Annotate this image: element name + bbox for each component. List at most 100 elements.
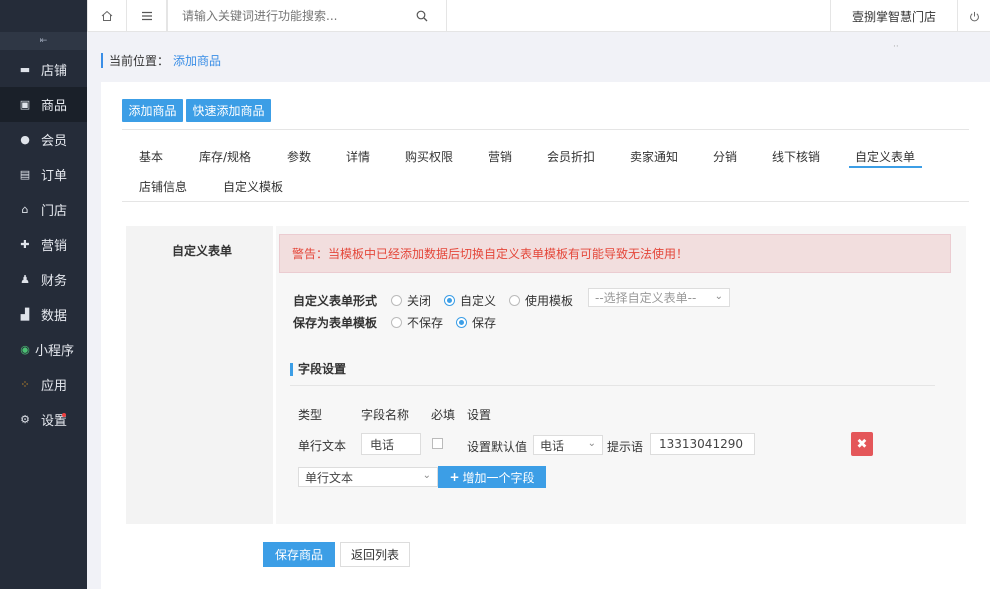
delete-field-button[interactable]: ✖ <box>851 432 873 456</box>
header-type: 类型 <box>298 408 323 422</box>
sidebar-item-member[interactable]: ● 会员 <box>0 122 87 157</box>
sidebar-item-data[interactable]: ▟ 数据 <box>0 297 87 332</box>
radio-save[interactable]: 保存 <box>456 314 496 331</box>
sidebar-collapse-toggle[interactable]: ⇤ <box>0 32 87 50</box>
divider <box>122 129 969 130</box>
sidebar-menu: ▬ 店铺 ▣ 商品 ● 会员 ▤ 订单 ⌂ 门店 ✚ 营销 ♟ 财务 ▟ 数据 ◉ 小程序 ⁘ 应用… <box>0 52 87 437</box>
store-name[interactable]: 壹捌掌智慧门店 <box>830 0 958 32</box>
sidebar-item-label: 店铺 <box>41 64 68 79</box>
sidebar-item-label: 门店 <box>41 204 68 219</box>
field-type: 单行文本 <box>298 439 347 453</box>
divider <box>290 385 935 386</box>
template-select[interactable]: --选择自定义表单-- ⌄ <box>588 288 730 307</box>
tab-stock[interactable]: 库存/规格 <box>199 146 251 168</box>
home-button[interactable] <box>87 0 127 32</box>
divider <box>122 201 969 202</box>
hamburger-icon <box>141 11 152 21</box>
sidebar-item-store[interactable]: ▬ 店铺 <box>0 52 87 87</box>
breadcrumb-label: 当前位置： <box>109 54 170 68</box>
miniapp-icon: ◉ <box>20 343 30 356</box>
sidebar-item-settings[interactable]: ⚙ 设置 <box>0 402 87 437</box>
store-icon: ▬ <box>19 63 31 76</box>
power-icon <box>970 11 979 21</box>
gift-icon: ✚ <box>20 238 30 251</box>
chart-icon: ▟ <box>20 308 30 321</box>
sidebar-item-label: 小程序 <box>35 344 75 359</box>
tab-distribution[interactable]: 分销 <box>713 146 737 168</box>
goods-icon: ▣ <box>19 98 31 111</box>
money-icon: ♟ <box>20 273 30 286</box>
sidebar-item-apps[interactable]: ⁘ 应用 <box>0 367 87 402</box>
sidebar-item-label: 应用 <box>41 379 68 394</box>
main-panel: 添加商品 快速添加商品 基本 库存/规格 参数 详情 购买权限 营销 会员折扣 … <box>101 82 990 589</box>
required-checkbox[interactable] <box>432 438 443 449</box>
header-field-name: 字段名称 <box>361 408 410 422</box>
new-field-type-select[interactable]: 单行文本 ⌄ <box>298 467 438 487</box>
member-icon: ● <box>20 133 30 146</box>
radio-form-type-template[interactable]: 使用模板 <box>509 292 573 309</box>
field-name-input[interactable]: 电话 <box>361 433 421 455</box>
chevron-down-icon: ⌄ <box>422 470 431 481</box>
header-settings: 设置 <box>467 408 492 422</box>
sidebar: ⇤ ▬ 店铺 ▣ 商品 ● 会员 ▤ 订单 ⌂ 门店 ✚ 营销 ♟ 财务 ▟ 数据 ◉ 小程序 ⁘… <box>0 0 87 589</box>
gear-icon: ⚙ <box>20 413 30 426</box>
back-to-list-button[interactable]: 返回列表 <box>340 542 410 567</box>
default-value-select[interactable]: 电话 ⌄ <box>533 435 603 455</box>
tab-detail[interactable]: 详情 <box>346 146 370 168</box>
save-template-label: 保存为表单模板 <box>293 315 378 330</box>
sidebar-item-goods[interactable]: ▣ 商品 <box>0 87 87 122</box>
header-required: 必填 <box>431 408 456 422</box>
tab-marketing[interactable]: 营销 <box>488 146 512 168</box>
default-value-label: 设置默认值 <box>467 440 528 454</box>
sidebar-item-finance[interactable]: ♟ 财务 <box>0 262 87 297</box>
apps-icon: ⁘ <box>20 378 30 391</box>
home-icon <box>101 10 113 21</box>
sidebar-item-miniapp[interactable]: ◉ 小程序 <box>0 332 87 367</box>
tab-params[interactable]: 参数 <box>287 146 311 168</box>
chevron-down-icon: ⌄ <box>714 291 723 302</box>
tab-seller-notify[interactable]: 卖家通知 <box>630 146 678 168</box>
quick-add-goods-button[interactable]: 快速添加商品 <box>186 99 271 122</box>
tab-custom-template[interactable]: 自定义模板 <box>223 176 283 198</box>
shop-icon: ⌂ <box>21 203 29 216</box>
sidebar-item-label: 订单 <box>41 169 68 184</box>
menu-button[interactable] <box>127 0 167 32</box>
add-field-button[interactable]: + 增加一个字段 <box>438 466 546 488</box>
notification-dot <box>62 413 66 417</box>
tab-store-info[interactable]: 店铺信息 <box>139 176 187 198</box>
chevron-down-icon: ⌄ <box>587 438 596 449</box>
save-template-row: 保存为表单模板 不保存 保存 <box>293 314 509 330</box>
section-label: 自定义表单 <box>172 244 233 258</box>
plus-icon: + <box>449 470 460 484</box>
sidebar-item-label: 会员 <box>41 134 68 149</box>
tab-custom-form[interactable]: 自定义表单 <box>849 146 922 168</box>
topbar: 壹捌掌智慧门店 <box>87 0 990 32</box>
tab-offline-verify[interactable]: 线下核销 <box>772 146 820 168</box>
order-icon: ▤ <box>19 168 31 181</box>
search-input[interactable] <box>168 1 408 31</box>
close-icon: ✖ <box>856 436 868 452</box>
breadcrumb-current[interactable]: 添加商品 <box>173 52 221 69</box>
form-type-row: 自定义表单形式 关闭 自定义 使用模板 <box>293 292 586 308</box>
logout-button[interactable] <box>959 0 990 32</box>
sidebar-item-order[interactable]: ▤ 订单 <box>0 157 87 192</box>
tab-basic[interactable]: 基本 <box>139 146 163 168</box>
radio-no-save[interactable]: 不保存 <box>391 314 443 331</box>
save-goods-button[interactable]: 保存商品 <box>263 542 335 567</box>
tab-purchase-permission[interactable]: 购买权限 <box>405 146 453 168</box>
hint-input[interactable]: 13313041290 <box>650 433 755 455</box>
add-goods-button[interactable]: 添加商品 <box>122 99 183 122</box>
collapse-icon: ⇤ <box>39 36 48 46</box>
sidebar-item-shop[interactable]: ⌂ 门店 <box>0 192 87 227</box>
tab-member-discount[interactable]: 会员折扣 <box>547 146 595 168</box>
drag-handle-icon: ·· <box>893 42 899 52</box>
radio-form-type-custom[interactable]: 自定义 <box>444 292 496 309</box>
breadcrumb: 当前位置： 添加商品 <box>101 53 221 68</box>
field-settings-title: 字段设置 <box>290 363 346 376</box>
sidebar-item-label: 商品 <box>41 99 68 114</box>
sidebar-item-label: 财务 <box>41 274 68 289</box>
search-icon[interactable] <box>416 10 428 22</box>
warning-alert: 警告：当模板中已经添加数据后切换自定义表单模板有可能导致无法使用！ <box>279 234 951 273</box>
sidebar-item-marketing[interactable]: ✚ 营销 <box>0 227 87 262</box>
radio-form-type-off[interactable]: 关闭 <box>391 292 431 309</box>
